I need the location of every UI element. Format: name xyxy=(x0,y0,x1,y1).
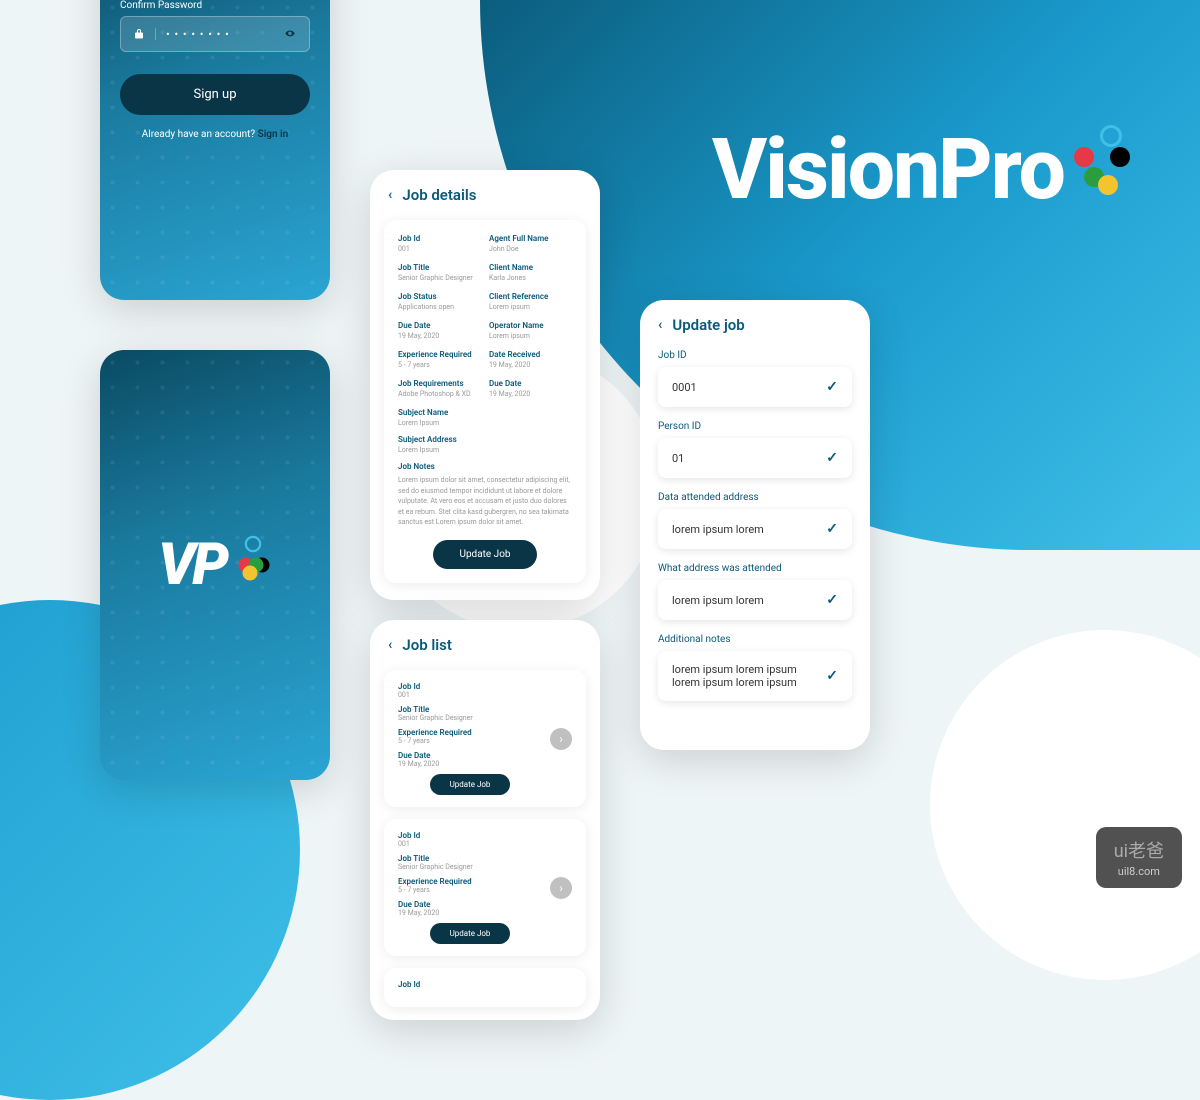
signup-footer: Already have an account? Sign in xyxy=(120,129,310,140)
back-icon[interactable]: ‹ xyxy=(658,317,662,333)
screen-job-details: ‹ Job details Job Id001 Agent Full NameJo… xyxy=(370,170,600,600)
page-title: Job details xyxy=(402,186,476,204)
update-input[interactable]: 0001✓ xyxy=(658,367,852,407)
detail-field: Operator NameLorem ipsum xyxy=(489,321,572,340)
check-icon: ✓ xyxy=(826,668,838,684)
lock-icon xyxy=(133,28,156,40)
check-icon: ✓ xyxy=(826,592,838,608)
confirm-password-input[interactable]: • • • • • • • • xyxy=(120,16,310,52)
update-field: What address was attendedlorem ipsum lor… xyxy=(658,563,852,620)
brand-dots-icon xyxy=(222,533,272,583)
detail-field: Job TitleSenior Graphic Designer xyxy=(398,263,481,282)
detail-field: Job Id001 xyxy=(398,234,481,253)
detail-field: Job RequirementsAdobe Photoshop & XD xyxy=(398,379,481,398)
splash-logo: VP xyxy=(158,531,272,599)
update-field: Data attended addresslorem ipsum lorem✓ xyxy=(658,492,852,549)
update-input[interactable]: lorem ipsum lorem✓ xyxy=(658,580,852,620)
update-input[interactable]: lorem ipsum lorem ipsum lorem ipsum lore… xyxy=(658,651,852,701)
page-title: Job list xyxy=(402,636,452,654)
update-job-button[interactable]: Update Job xyxy=(430,923,511,944)
confirm-password-label: Confirm Password xyxy=(120,0,310,11)
screen-signup: Password 12345678 Confirm Password • • •… xyxy=(100,0,330,300)
confirm-password-value: • • • • • • • • xyxy=(166,28,273,41)
chevron-right-icon[interactable]: › xyxy=(550,728,572,750)
signup-button[interactable]: Sign up xyxy=(120,74,310,115)
detail-field: Date Received19 May, 2020 xyxy=(489,350,572,369)
job-list-item[interactable]: Job Id001Job TitleSenior Graphic Designe… xyxy=(384,819,586,956)
brand-dots-icon xyxy=(1060,125,1130,195)
check-icon: ✓ xyxy=(826,379,838,395)
detail-field: Client ReferenceLorem ipsum xyxy=(489,292,572,311)
brand-name: VisionPro xyxy=(712,120,1064,219)
update-input[interactable]: 01✓ xyxy=(658,438,852,478)
signin-link[interactable]: Sign in xyxy=(258,129,289,140)
detail-field: Experience Required5 - 7 years xyxy=(398,350,481,369)
detail-field: Due Date19 May, 2020 xyxy=(398,321,481,340)
detail-field: Client NameKarla Jones xyxy=(489,263,572,282)
job-list-item[interactable]: Job Id001Job TitleSenior Graphic Designe… xyxy=(384,670,586,807)
check-icon: ✓ xyxy=(826,450,838,466)
update-field: Additional noteslorem ipsum lorem ipsum … xyxy=(658,634,852,701)
screen-job-list: ‹ Job list Job Id001Job TitleSenior Grap… xyxy=(370,620,600,1020)
update-field: Person ID01✓ xyxy=(658,421,852,478)
bg-white-circle-2 xyxy=(930,630,1200,980)
detail-field: Agent Full NameJohn Doe xyxy=(489,234,572,253)
detail-field: Due Date19 May, 2020 xyxy=(489,379,572,398)
chevron-right-icon[interactable]: › xyxy=(550,877,572,899)
update-job-button[interactable]: Update Job xyxy=(430,774,511,795)
eye-icon[interactable] xyxy=(283,27,297,41)
brand-logo: VisionPro xyxy=(712,120,1130,219)
page-title: Update job xyxy=(672,316,744,334)
update-input[interactable]: lorem ipsum lorem✓ xyxy=(658,509,852,549)
screen-update-job: ‹ Update job Job ID0001✓ Person ID01✓ Data… xyxy=(640,300,870,750)
detail-field: Job StatusApplications open xyxy=(398,292,481,311)
update-field: Job ID0001✓ xyxy=(658,350,852,407)
back-icon[interactable]: ‹ xyxy=(388,637,392,653)
job-list-item[interactable]: Job Id xyxy=(384,968,586,1007)
check-icon: ✓ xyxy=(826,521,838,537)
update-job-button[interactable]: Update Job xyxy=(433,540,536,569)
details-card: Job Id001 Agent Full NameJohn Doe Job Titl… xyxy=(384,220,586,583)
back-icon[interactable]: ‹ xyxy=(388,187,392,203)
watermark: ui老爸 uil8.com xyxy=(1096,827,1182,888)
screen-splash: VP xyxy=(100,350,330,780)
